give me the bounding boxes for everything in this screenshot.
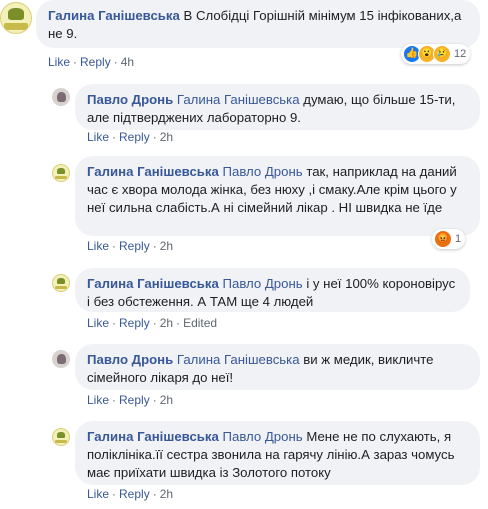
comment-author[interactable]: Павло Дронь [87, 352, 173, 367]
avatar[interactable] [0, 2, 32, 34]
comment-author[interactable]: Галина Ганішевська [87, 276, 219, 291]
avatar[interactable] [52, 164, 70, 182]
comment-bubble: Галина Ганішевська Павло Дронь і у неї 1… [75, 268, 470, 312]
like-link[interactable]: Like [87, 393, 109, 407]
comment-author[interactable]: Павло Дронь [87, 92, 173, 107]
timestamp[interactable]: 2h [160, 393, 173, 407]
like-link[interactable]: Like [87, 316, 109, 330]
avatar[interactable] [52, 88, 70, 106]
angry-icon: 😡 [434, 230, 452, 248]
avatar[interactable] [52, 274, 70, 292]
comment-actions: Like · Reply · 2h [87, 487, 174, 501]
mention-link[interactable]: Павло Дронь [223, 276, 303, 291]
reaction-count: 1 [455, 233, 462, 245]
edited-label[interactable]: Edited [183, 316, 217, 330]
comment-author[interactable]: Галина Ганішевська [48, 8, 180, 23]
comment-author[interactable]: Галина Ганішевська [87, 429, 219, 444]
mention-link[interactable]: Галина Ганішевська [177, 92, 300, 107]
like-link[interactable]: Like [87, 239, 109, 253]
comment-actions: Like · Reply · 2h [87, 239, 174, 253]
reply-link[interactable]: Reply [119, 239, 150, 253]
like-link[interactable]: Like [87, 130, 109, 144]
reply-link[interactable]: Reply [80, 55, 111, 69]
comment-bubble: Галина Ганішевська В Слобідці Горішній м… [36, 0, 480, 48]
timestamp[interactable]: 2h [160, 239, 173, 253]
timestamp[interactable]: 2h [160, 316, 173, 330]
reply-link[interactable]: Reply [119, 130, 150, 144]
reply-link[interactable]: Reply [119, 316, 150, 330]
comment-bubble: Павло Дронь Галина Ганішевська думаю, що… [75, 84, 480, 130]
reply-link[interactable]: Reply [119, 487, 150, 501]
mention-link[interactable]: Галина Ганішевська [177, 352, 300, 367]
comment-actions: Like · Reply · 2h · Edited [87, 316, 218, 330]
reply-link[interactable]: Reply [119, 393, 150, 407]
like-link[interactable]: Like [48, 55, 70, 69]
comment-bubble: Павло Дронь Галина Ганішевська ви ж меди… [75, 344, 480, 390]
comment-bubble: Галина Ганішевська Павло Дронь Мене не п… [75, 421, 480, 485]
timestamp[interactable]: 2h [160, 487, 173, 501]
comment-actions: Like · Reply · 2h [87, 130, 174, 144]
comment-bubble: Галина Ганішевська Павло Дронь так, напр… [75, 156, 480, 236]
comment-actions: Like · Reply · 2h [87, 393, 174, 407]
timestamp[interactable]: 4h [121, 55, 134, 69]
avatar[interactable] [52, 428, 70, 446]
comment-actions: Like · Reply · 4h [48, 55, 135, 69]
mention-link[interactable]: Павло Дронь [223, 429, 303, 444]
reaction-count: 12 [454, 48, 467, 60]
like-link[interactable]: Like [87, 487, 109, 501]
reaction-summary[interactable]: 😡 1 [432, 229, 466, 249]
reaction-summary[interactable]: 👍 😮 😢 12 [401, 44, 471, 64]
timestamp[interactable]: 2h [160, 130, 173, 144]
avatar[interactable] [52, 350, 70, 368]
comment-author[interactable]: Галина Ганішевська [87, 164, 219, 179]
mention-link[interactable]: Павло Дронь [223, 164, 303, 179]
sad-icon: 😢 [433, 45, 451, 63]
